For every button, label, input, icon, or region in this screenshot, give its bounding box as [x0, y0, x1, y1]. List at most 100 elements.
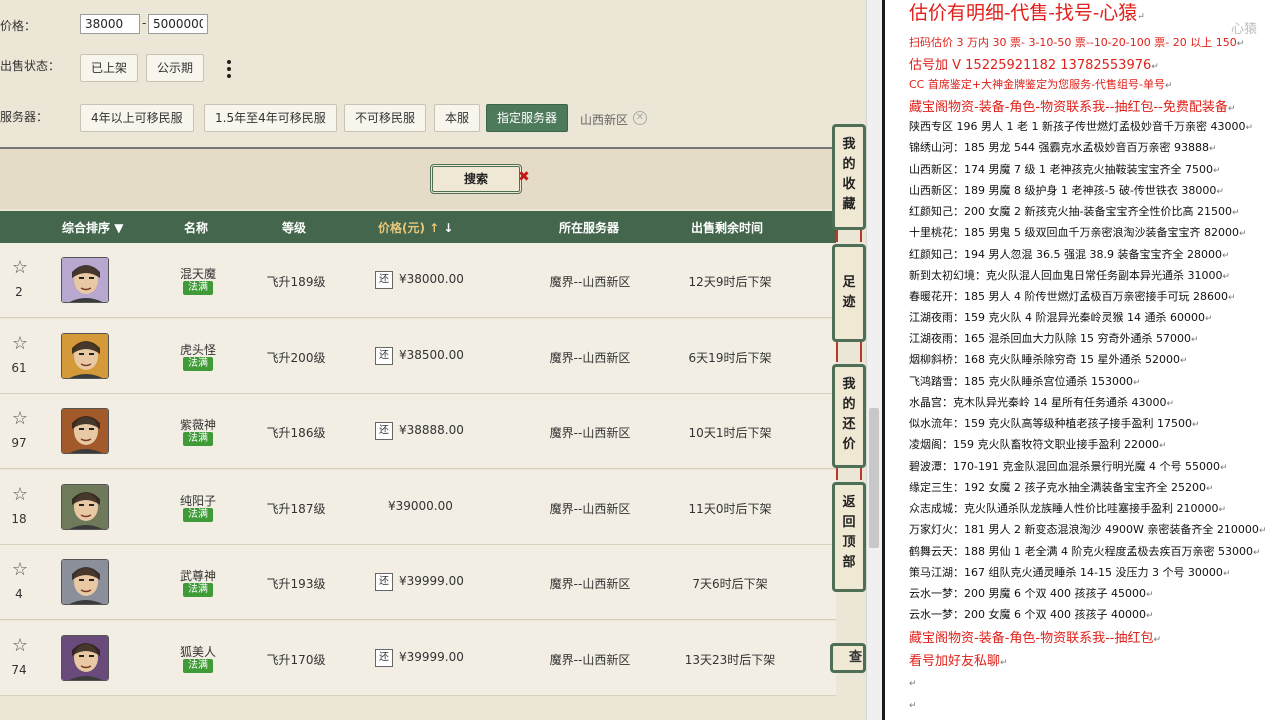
bargain-badge-icon[interactable]: 还: [375, 573, 393, 591]
character-avatar[interactable]: [61, 332, 109, 379]
note-line: 春暖花开：185 男人 4 阶传世燃灯孟极百万亲密接手可玩 28600↵: [909, 290, 1236, 303]
character-level: 飞升186级: [266, 426, 326, 440]
status-listed-button[interactable]: 已上架: [80, 54, 139, 82]
listing-remaining-time: 12天9时后下架: [688, 275, 772, 289]
favorite-star-icon[interactable]: ☆: [10, 485, 30, 504]
note-line: 看号加好友私聊↵: [909, 654, 1008, 669]
note-line: 藏宝阁物资-装备-角色-物资联系我--抽红包--免费配装备↵: [909, 100, 1236, 115]
note-line: 扫码估价 3 万内 30 票- 3-10-50 票--10-20-100 票- …: [909, 36, 1245, 49]
table-header: 综合排序 ▼ 名称 等级 价格(元) ↑ ↓ 所在服务器 出售剩余时间: [0, 211, 836, 243]
footprint-tab[interactable]: 足迹: [832, 244, 866, 342]
note-line: 似水流年：159 克火队高等级种植老孩子接手盈利 17500↵: [909, 417, 1200, 430]
note-line: 江湖夜雨：165 混杀回血大力队除 15 穷奇外通杀 57000↵: [909, 332, 1199, 345]
character-name[interactable]: 纯阳子: [160, 492, 236, 509]
my-favorites-tab[interactable]: 我的收藏: [832, 124, 866, 230]
status-badge: 法满: [183, 507, 213, 522]
favorite-star-icon[interactable]: ☆: [10, 410, 30, 428]
listing-server: 魔界--山西新区: [549, 501, 631, 516]
server-nonmigrate-button[interactable]: 不可移民服: [344, 104, 427, 132]
character-avatar[interactable]: [61, 408, 109, 454]
bargain-badge-icon[interactable]: 还: [375, 271, 393, 289]
level-header: 等级: [282, 221, 307, 235]
note-line: CC 首席鉴定+大神金牌鉴定为您服务-代售组号-单号↵: [909, 78, 1173, 91]
bargain-badge-icon[interactable]: 还: [375, 346, 393, 365]
table-row[interactable]: ☆ 74 狐美人 法满 飞升170级 还 ¥39999.00 魔界--山西新区 …: [0, 620, 836, 696]
table-row[interactable]: ☆ 4 武尊神 法满 飞升193级 还 ¥39999.00 魔界--山西新区 7…: [0, 545, 836, 620]
listing-remaining-time: 10天1时后下架: [688, 426, 772, 440]
listing-remaining-time: 13天23时后下架: [684, 652, 776, 667]
bargain-badge-icon[interactable]: 还: [375, 648, 393, 667]
sort-header[interactable]: 综合排序 ▼: [62, 219, 123, 236]
note-line: 新到太初幻境：克火队混人回血鬼日常任务副本异光通杀 31000↵: [909, 269, 1231, 282]
favorite-count: 4: [15, 587, 23, 601]
bargain-badge-icon[interactable]: 还: [375, 422, 393, 440]
favorite-count: 18: [11, 511, 27, 526]
character-avatar[interactable]: [61, 257, 109, 303]
character-name[interactable]: 虎头怪: [160, 341, 236, 358]
note-line: 云水一梦：200 男魔 6 个双 400 孩孩子 45000↵: [909, 587, 1154, 600]
price-max-input[interactable]: [148, 14, 208, 34]
remove-tag-close-icon[interactable]: ✕: [633, 111, 647, 125]
note-line: 十里桃花：185 男鬼 5 级双回血千万亲密浪淘沙装备宝宝齐 82000↵: [909, 226, 1247, 239]
character-avatar[interactable]: [61, 634, 109, 681]
price-header[interactable]: 价格(元) ↑ ↓: [378, 219, 453, 236]
table-row[interactable]: ☆ 97 紫薇神 法满 飞升186级 还 ¥38888.00 魔界--山西新区 …: [0, 394, 836, 469]
name-header: 名称: [184, 221, 209, 235]
search-button[interactable]: 搜索: [430, 164, 522, 194]
character-level: 飞升193级: [266, 577, 326, 591]
listing-remaining-time: 6天19时后下架: [688, 350, 772, 365]
listing-price: ¥39999.00: [399, 649, 464, 664]
character-name[interactable]: 紫薇神: [160, 416, 236, 433]
note-line: 藏宝阁物资-装备-角色-物资联系我--抽红包↵: [909, 631, 1162, 646]
character-level: 飞升189级: [266, 275, 326, 289]
scrollbar[interactable]: [866, 0, 882, 720]
arrow-up-icon[interactable]: ↑: [429, 221, 439, 235]
note-line: 凌烟阁：159 克火队畜牧符文职业接手盈利 22000↵: [909, 438, 1167, 451]
note-line: 红颜知己：200 女魔 2 新孩克火抽-装备宝宝齐全性价比高 21500↵: [909, 205, 1240, 218]
note-line: 陕西专区 196 男人 1 老 1 新孩子传世燃灯孟极妙音千万亲密 43000↵: [909, 120, 1254, 133]
note-line: 飞鸿踏雪：185 克火队睡杀宫位通杀 153000↵: [909, 375, 1141, 388]
listing-price: ¥39000.00: [388, 498, 453, 513]
favorite-count: 61: [11, 360, 27, 375]
character-name[interactable]: 狐美人: [160, 643, 236, 660]
status-public-button[interactable]: 公示期: [146, 54, 205, 82]
more-options-icon[interactable]: [226, 58, 232, 80]
price-min-input[interactable]: [80, 14, 140, 34]
clear-search-icon[interactable]: ✖: [518, 169, 530, 185]
character-level: 飞升170级: [266, 652, 326, 667]
favorite-star-icon[interactable]: ☆: [10, 636, 30, 655]
status-badge: 法满: [183, 583, 213, 597]
table-row[interactable]: ☆ 18 纯阳子 法满 飞升187级 ¥39000.00 魔界--山西新区 11…: [0, 469, 836, 545]
my-bargain-tab[interactable]: 我的还价: [832, 364, 866, 468]
selected-server-tag: 山西新区: [580, 113, 629, 127]
favorite-star-icon[interactable]: ☆: [10, 334, 30, 353]
table-row[interactable]: ☆ 61 虎头怪 法满 飞升200级 还 ¥38500.00 魔界--山西新区 …: [0, 318, 836, 394]
server-specified-button[interactable]: 指定服务器: [486, 104, 569, 132]
note-line: 众志成城：克火队通杀队龙族睡人性价比哇塞接手盈利 210000↵: [909, 502, 1227, 515]
table-row[interactable]: ☆ 2 混天魔 法满 飞升189级 还 ¥38000.00 魔界--山西新区 1…: [0, 243, 836, 318]
note-line-empty: ↵: [909, 701, 917, 711]
character-avatar[interactable]: [61, 559, 109, 605]
favorite-star-icon[interactable]: ☆: [10, 259, 30, 277]
notes-document: 心猿 估价有明细-代售-找号-心猿↵ 扫码估价 3 万内 30 票- 3-10-…: [882, 0, 1280, 720]
note-line: 江湖夜雨：159 克火队 4 阶混异光秦岭灵猴 14 通杀 60000↵: [909, 311, 1213, 324]
listing-price: ¥38500.00: [399, 347, 464, 362]
character-name[interactable]: 武尊神: [160, 567, 236, 584]
character-name[interactable]: 混天魔: [160, 265, 236, 282]
server-4yr-button[interactable]: 4年以上可移民服: [80, 104, 194, 132]
favorite-count: 97: [11, 436, 27, 450]
back-to-top-tab[interactable]: 返回顶部: [832, 482, 866, 592]
scrollbar-thumb[interactable]: [869, 408, 879, 548]
arrow-down-icon[interactable]: ↓: [443, 221, 453, 235]
character-avatar[interactable]: [61, 483, 109, 530]
tab-connector: [836, 468, 862, 480]
note-line: 鹤舞云天：188 男仙 1 老全满 4 阶克火程度孟极去疾百万亲密 53000↵: [909, 545, 1261, 558]
favorite-star-icon[interactable]: ☆: [10, 561, 30, 579]
notes-title: 估价有明细-代售-找号-心猿↵: [909, 2, 1145, 24]
server-filter-label: 服务器：: [0, 110, 49, 124]
server-this-button[interactable]: 本服: [434, 104, 481, 132]
remain-header: 出售剩余时间: [691, 221, 764, 235]
server-1-5yr-button[interactable]: 1.5年至4年可移民服: [204, 104, 337, 132]
note-line: 水晶宫：克木队异光秦岭 14 星所有任务通杀 43000↵: [909, 396, 1175, 409]
query-tab[interactable]: 查: [830, 643, 866, 673]
